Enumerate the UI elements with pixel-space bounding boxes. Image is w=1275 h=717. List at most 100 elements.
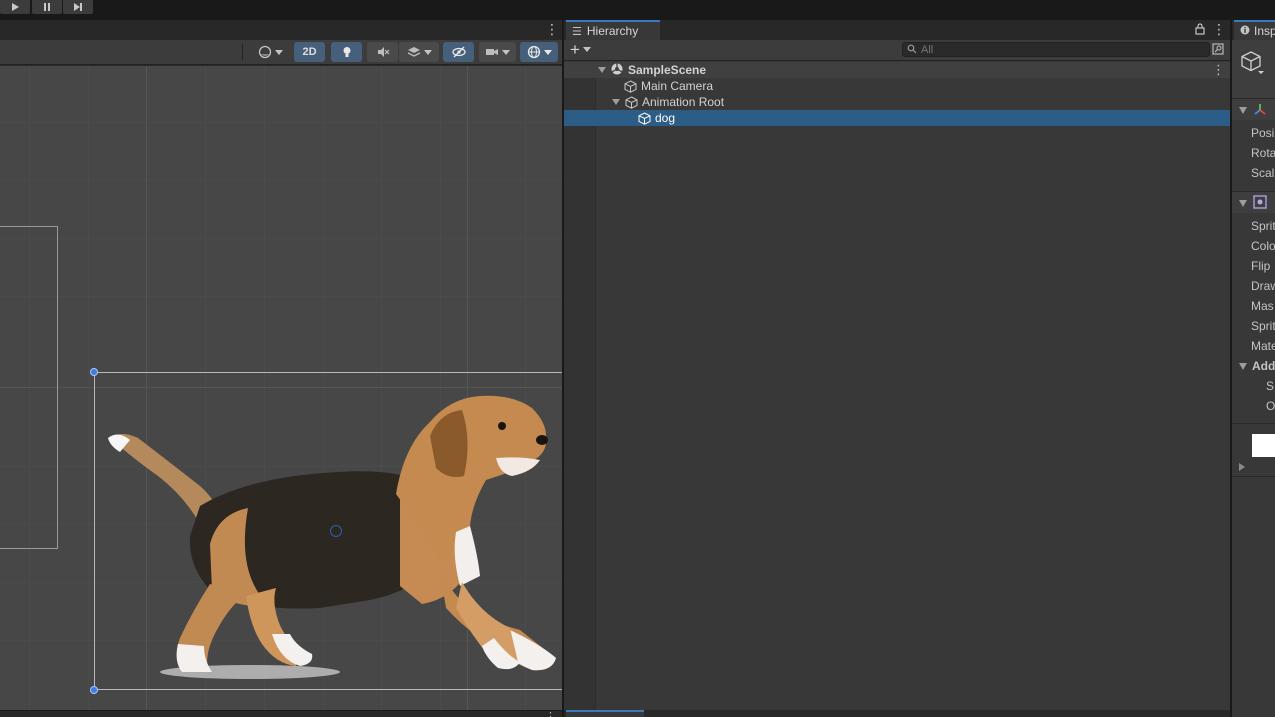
inspector-object-header — [1232, 40, 1275, 104]
hierarchy-gutter — [564, 62, 596, 710]
search-input[interactable] — [921, 43, 1201, 56]
scene-viewport[interactable] — [0, 66, 562, 710]
play-button[interactable] — [0, 0, 30, 14]
expand-arrow-icon[interactable] — [612, 99, 620, 105]
scene-tab-bar: ⋮ — [0, 20, 562, 40]
field-label: Scal — [1251, 166, 1275, 180]
chevron-down-icon — [543, 49, 552, 55]
grid-line — [88, 66, 89, 710]
resize-handle[interactable] — [90, 368, 98, 376]
list-icon: ☰ — [572, 25, 582, 38]
unity-scene-icon — [611, 63, 623, 78]
rect-transform-tool — [94, 372, 562, 690]
grid-line — [0, 296, 562, 297]
tree-row-label: SampleScene — [628, 63, 707, 77]
inspector-tab-bar: Insp — [1232, 20, 1275, 40]
hierarchy-tab-bar: ☰ Hierarchy ⋮ — [564, 20, 1230, 40]
search-field[interactable] — [902, 42, 1210, 57]
field-label: S — [1266, 379, 1275, 393]
kebab-menu-icon[interactable]: ⋮ — [545, 22, 559, 36]
search-icon — [907, 43, 917, 57]
camera-icon — [486, 49, 498, 55]
lock-icon[interactable] — [1195, 23, 1205, 38]
gameobject-cube-icon — [624, 79, 641, 93]
toggle-2d-button[interactable]: 2D — [294, 42, 325, 62]
search-options-icon[interactable] — [1212, 43, 1224, 58]
divider — [1232, 423, 1275, 424]
step-button[interactable] — [63, 0, 93, 14]
toolbar-divider — [242, 44, 243, 60]
bottom-panel-strip — [564, 710, 1230, 717]
toggle-2d-label: 2D — [302, 46, 317, 58]
kebab-menu-icon[interactable]: ⋮ — [545, 710, 556, 717]
effects-dropdown[interactable] — [399, 42, 439, 62]
tree-row-gameobject[interactable]: Main Camera — [564, 78, 1230, 94]
field-label: Colo — [1251, 239, 1275, 253]
pause-button[interactable] — [32, 0, 62, 14]
chevron-down-icon — [275, 49, 283, 55]
field-label: Mate — [1251, 339, 1275, 353]
tree-row-gameobject[interactable]: Animation Root — [564, 94, 1230, 110]
sprite-preview-swatch[interactable] — [1252, 434, 1275, 457]
gameobject-cube-icon — [1240, 50, 1266, 79]
kebab-menu-icon[interactable]: ⋮ — [1212, 63, 1225, 76]
hidden-eye-icon — [451, 46, 466, 58]
scene-toolbar: 2D — [0, 40, 562, 65]
tree-row-label: dog — [655, 111, 676, 125]
inspector-panel: Insp Posi Rota Scal Sprit Colo Flip Draw… — [1232, 20, 1275, 717]
audio-toggle[interactable] — [367, 42, 398, 62]
camera-dropdown[interactable] — [479, 42, 516, 62]
hierarchy-tree: SampleScene ⋮ Main Camera Animation Root… — [564, 62, 1230, 710]
sprite-renderer-component-header[interactable] — [1232, 191, 1275, 213]
shading-sphere-icon — [258, 45, 272, 59]
hierarchy-toolbar: + — [564, 40, 1230, 61]
grid-line — [0, 180, 562, 181]
field-label: O — [1266, 399, 1275, 413]
light-bulb-icon — [343, 47, 350, 57]
chevron-down-icon — [423, 49, 432, 55]
create-dropdown[interactable]: + — [570, 40, 591, 59]
field-label: Rota — [1251, 146, 1275, 160]
fold-arrow-icon[interactable] — [1239, 363, 1247, 370]
info-icon — [1240, 24, 1250, 38]
camera-frame-outline — [0, 226, 58, 549]
tab-inspector[interactable]: Insp — [1234, 20, 1275, 40]
fold-arrow-icon[interactable] — [1239, 107, 1247, 114]
kebab-menu-icon[interactable]: ⋮ — [1212, 22, 1226, 36]
scene-footer: ⋮ — [0, 710, 562, 717]
hierarchy-panel: ☰ Hierarchy ⋮ + Sampl — [564, 20, 1230, 710]
plus-icon: + — [570, 40, 580, 59]
field-label: Sprit — [1251, 219, 1275, 233]
field-label: Posi — [1251, 126, 1275, 140]
tab-hierarchy[interactable]: ☰ Hierarchy — [566, 20, 660, 40]
draw-mode-dropdown[interactable] — [252, 42, 289, 62]
chevron-down-icon — [582, 47, 591, 52]
lighting-toggle[interactable] — [331, 42, 362, 62]
pivot-handle[interactable] — [330, 525, 342, 537]
fold-arrow-icon[interactable] — [1239, 200, 1247, 207]
sprite-renderer-icon — [1253, 195, 1267, 212]
gizmos-dropdown[interactable] — [520, 42, 558, 62]
play-toolbar — [0, 0, 1275, 20]
expand-arrow-icon[interactable] — [598, 67, 606, 73]
field-label: Mas — [1251, 299, 1274, 313]
scene-view-panel: ⋮ 2D — [0, 20, 562, 710]
grid-line — [0, 122, 562, 123]
field-label: Sprit — [1251, 319, 1275, 333]
layers-icon — [407, 47, 420, 57]
tree-row-gameobject-selected[interactable]: dog — [564, 110, 1230, 126]
resize-handle[interactable] — [90, 686, 98, 694]
tab-inspector-label: Insp — [1254, 24, 1275, 38]
tree-row-label: Animation Root — [642, 95, 725, 109]
gameobject-cube-icon — [625, 95, 642, 109]
tab-bottom[interactable] — [566, 710, 644, 717]
divider — [1232, 476, 1275, 477]
scene-visibility-toggle[interactable] — [443, 42, 474, 62]
audio-mute-icon — [377, 47, 389, 57]
field-label: Draw — [1251, 279, 1275, 293]
transform-component-header[interactable] — [1232, 98, 1275, 120]
tree-row-scene[interactable]: SampleScene ⋮ — [564, 62, 1230, 78]
expand-arrow-icon[interactable] — [1239, 463, 1245, 471]
gizmo-globe-icon — [527, 45, 540, 59]
grid-line — [0, 238, 562, 239]
